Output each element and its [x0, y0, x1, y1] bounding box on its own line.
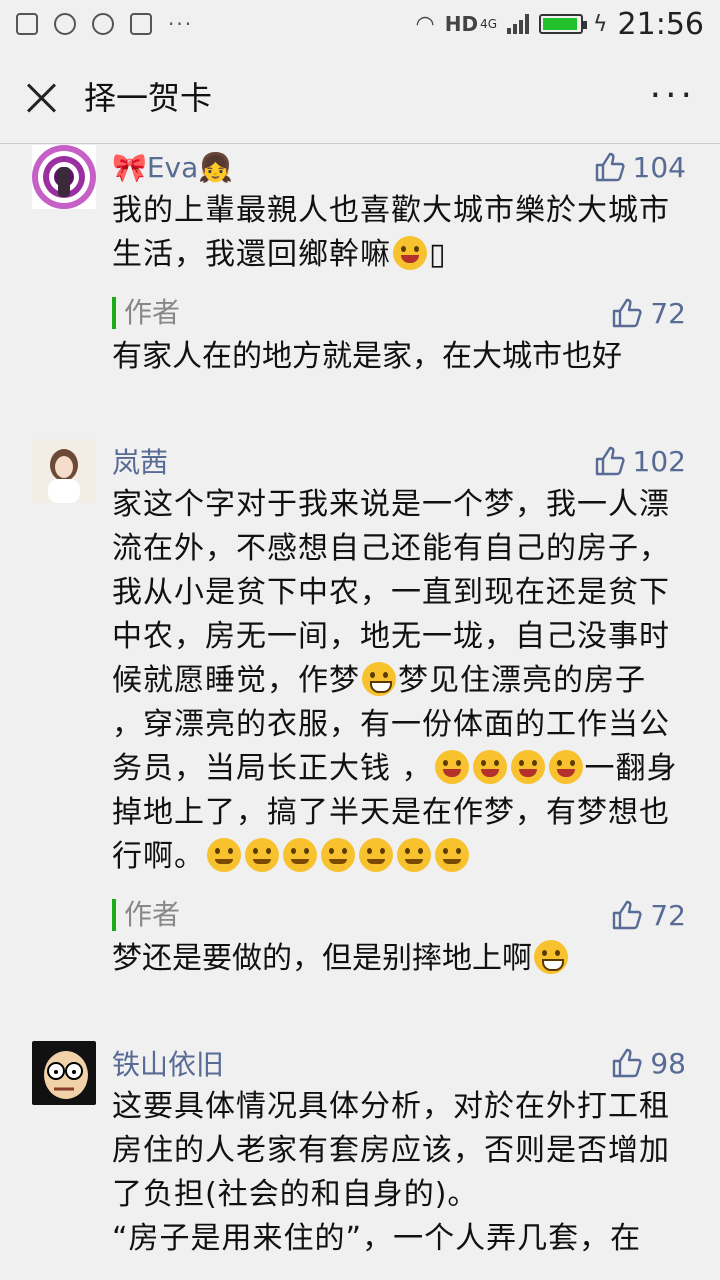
comment-text: 我的上輩最親人也喜歡大城市樂於大城市生活，我還回鄉幹嘛 ▯ — [112, 193, 670, 272]
wink-emoji-icon — [548, 750, 583, 784]
author-like-button[interactable]: 72 — [610, 296, 686, 330]
hug-emoji-icon — [207, 838, 241, 872]
like-count: 72 — [650, 296, 686, 330]
like-count: 72 — [650, 898, 686, 932]
headset-icon — [54, 13, 76, 35]
thumbs-up-icon — [595, 152, 625, 182]
hug-emoji-icon — [321, 838, 355, 872]
author-label: 作者 — [112, 899, 180, 931]
like-count: 102 — [632, 444, 686, 478]
status-bar: ··· ◠ HD 4G ϟ 21:56 — [0, 0, 720, 48]
thumbs-up-icon — [613, 1048, 642, 1078]
author-reply-body: 梦还是要做的，但是别摔地上啊 — [112, 941, 532, 976]
wifi-icon: ◠ — [415, 11, 435, 37]
more-icon[interactable]: ··· — [650, 75, 696, 116]
network-label: HD — [444, 12, 479, 36]
commenter-name[interactable]: 铁山依旧 — [112, 1043, 224, 1083]
author-reply: 梦还是要做的，但是别摔地上啊 — [112, 937, 686, 981]
title-bar: 择一贺卡 ··· — [0, 48, 720, 144]
like-count: 98 — [650, 1046, 686, 1080]
battery-icon — [539, 14, 588, 34]
notification-icons: ··· — [16, 12, 193, 36]
like-button[interactable]: 104 — [593, 150, 686, 184]
like-count: 104 — [632, 150, 686, 184]
hug-emoji-icon — [359, 838, 393, 872]
hug-emoji-icon — [435, 838, 469, 872]
like-button[interactable]: 102 — [593, 444, 686, 478]
avatar[interactable] — [32, 145, 96, 209]
wink-emoji-icon — [434, 750, 469, 784]
grin-emoji-icon — [362, 662, 396, 696]
battery-fill — [543, 18, 578, 30]
avatar[interactable] — [32, 1041, 96, 1105]
comment-feed[interactable]: 🎀Eva👧 104 我的上輩最親人也喜歡大城市樂於大城市生活，我還回鄉幹嘛 ▯ 作… — [0, 145, 720, 1280]
comment-text: “房子是用来住的”，一个人弄几套，在 — [112, 1221, 642, 1256]
network-type: 4G — [480, 17, 498, 31]
commenter-name[interactable]: 🎀Eva👧 — [112, 151, 233, 184]
page-title: 择一贺卡 — [84, 78, 213, 117]
wink-emoji-icon — [472, 750, 507, 784]
hug-emoji-icon — [283, 838, 317, 872]
clock: 21:56 — [617, 6, 704, 42]
charging-icon: ϟ — [593, 11, 608, 37]
thumbs-up-icon — [613, 900, 642, 930]
more-notifications-icon: ··· — [168, 12, 194, 36]
comment-item: 铁山依旧 98 这要具体情况具体分析，对於在外打工租房住的人老家有套房应该，否则… — [0, 1041, 720, 1261]
comment-text: 这要具体情况具体分析，对於在外打工租房住的人老家有套房应该，否则是否增加了负担(… — [112, 1089, 670, 1212]
wechat-icon — [92, 13, 114, 35]
author-reply: 有家人在的地方就是家，在大城市也好 — [112, 339, 622, 374]
wink-emoji-icon — [393, 236, 427, 270]
comment-text: 家这个字对于我来说是一个梦，我一人漂流在外，不感想自己还能有自己的房子，我从小是… — [112, 483, 686, 879]
gallery-icon — [16, 13, 38, 35]
thumbs-up-icon — [595, 446, 625, 476]
close-icon[interactable] — [24, 79, 58, 113]
comment-item: 🎀Eva👧 104 我的上輩最親人也喜歡大城市樂於大城市生活，我還回鄉幹嘛 ▯ 作… — [0, 145, 720, 379]
signal-icon — [507, 14, 530, 34]
grin-emoji-icon — [534, 940, 568, 974]
hug-emoji-icon — [245, 838, 279, 872]
avatar[interactable] — [32, 439, 96, 503]
like-button[interactable]: 98 — [610, 1046, 686, 1080]
thumbs-up-icon — [613, 298, 642, 328]
hug-emoji-icon — [397, 838, 431, 872]
comment-text-body: 我的上輩最親人也喜歡大城市樂於大城市生活，我還回鄉幹嘛 — [112, 193, 670, 272]
wink-emoji-icon — [510, 750, 545, 784]
calendar-icon — [130, 13, 152, 35]
comment-item: 岚茜 102 家这个字对于我来说是一个梦，我一人漂流在外，不感想自己还能有自己的… — [0, 439, 720, 981]
author-like-button[interactable]: 72 — [610, 898, 686, 932]
author-label: 作者 — [112, 297, 180, 329]
commenter-name[interactable]: 岚茜 — [112, 441, 168, 481]
